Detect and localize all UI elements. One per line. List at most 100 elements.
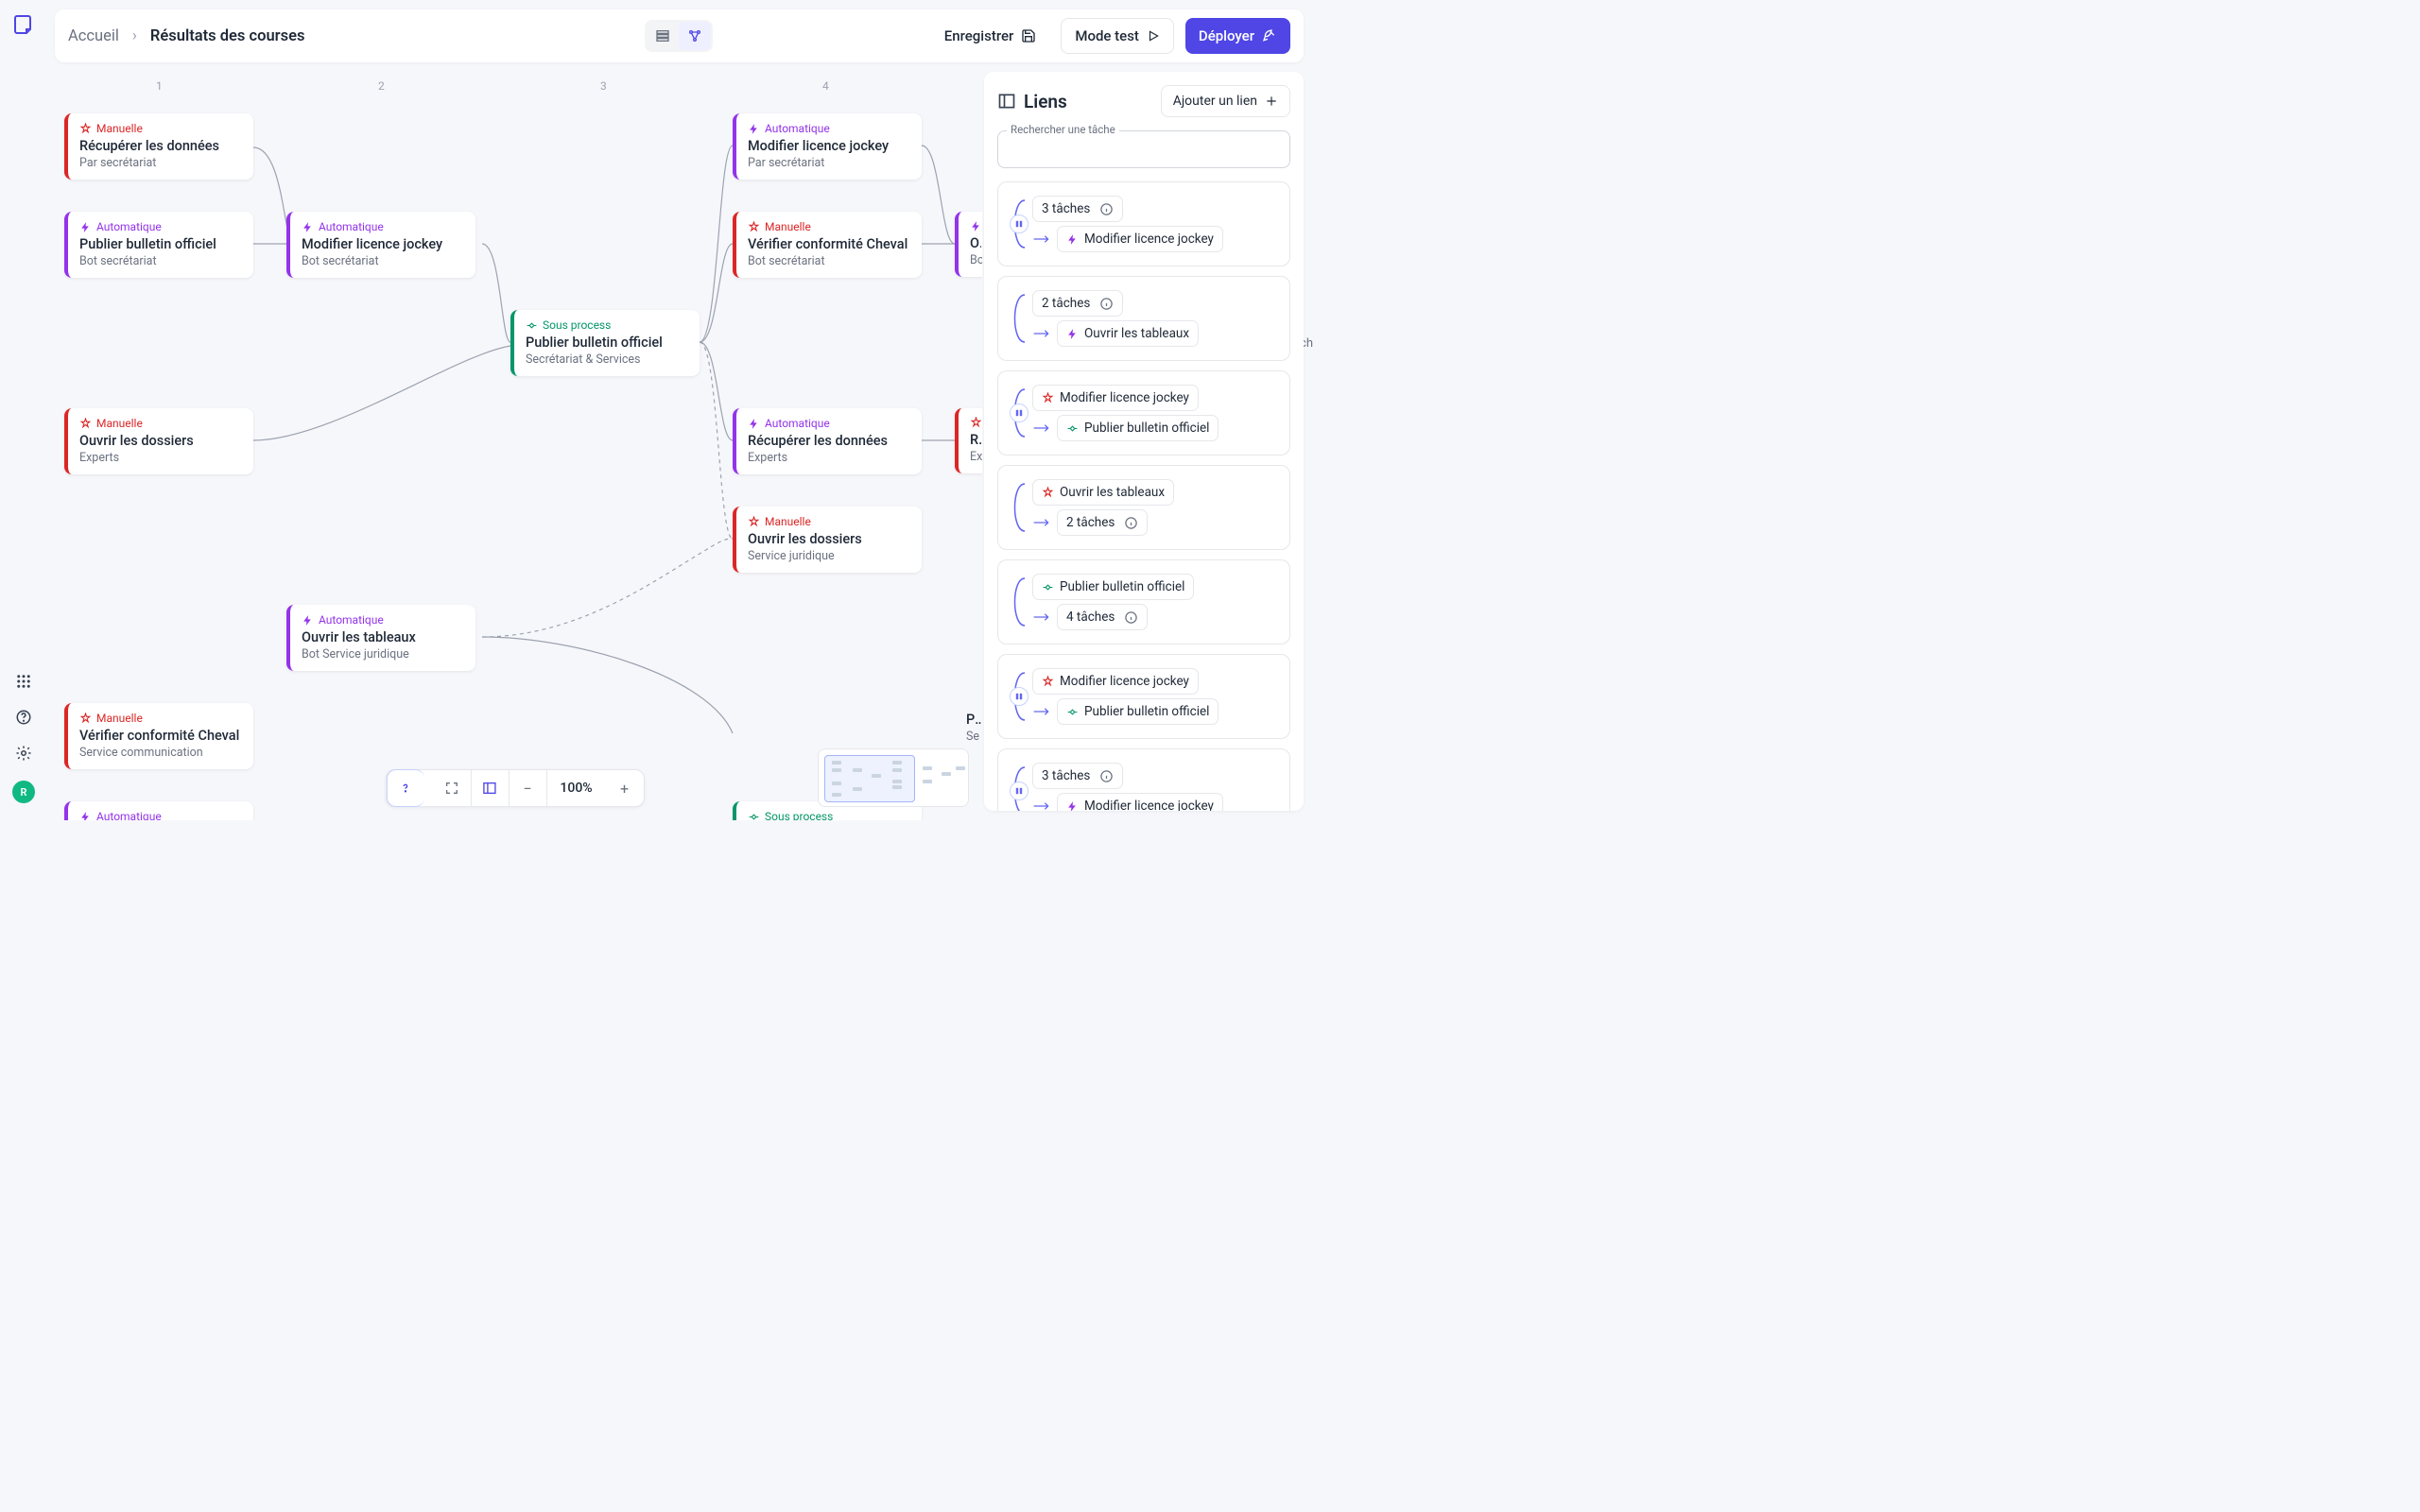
link-to-chip[interactable]: Modifier licence jockey (1057, 226, 1223, 252)
link-card[interactable]: Modifier licence jockey Publier bulletin … (997, 370, 1290, 455)
node-subtitle: Experts (79, 451, 242, 465)
workflow-node[interactable]: Manuelle Récupérer les données Par secré… (64, 113, 253, 180)
zoom-in-button[interactable]: + (606, 769, 644, 807)
pause-icon (1010, 687, 1028, 706)
save-button[interactable]: Enregistrer (931, 18, 1050, 54)
node-title: Publier bulletin officiel (79, 236, 242, 252)
node-title: Vérifier conformité Cheval (79, 728, 242, 744)
links-panel: Liens Ajouter un lien Rechercher une tâc… (984, 72, 1304, 811)
node-tag-manual: Manuelle (79, 122, 242, 135)
deploy-button[interactable]: Déployer (1185, 18, 1290, 54)
view-toggle (645, 20, 713, 52)
node-tag-manual: Manuelle (79, 417, 242, 430)
node-title: Vérifier conformité Cheval (748, 236, 910, 252)
node-title: Récupérer les données (79, 138, 242, 154)
list-view-button[interactable] (647, 22, 679, 50)
node-tag-auto (970, 220, 981, 232)
workflow-node[interactable]: Sous process Publier bulletin officiel S… (510, 310, 700, 376)
search-input[interactable] (997, 130, 1290, 168)
node-subtitle: Se (966, 730, 981, 744)
add-link-button[interactable]: Ajouter un lien (1161, 85, 1290, 117)
zoom-value: 100% (546, 781, 605, 796)
link-to-chip[interactable]: Modifier licence jockey (1057, 793, 1223, 811)
workflow-node[interactable]: Automatique Publier bulletin officiel Bo… (64, 212, 253, 278)
workflow-node[interactable]: Automatique Récupérer les données Expert… (733, 408, 922, 474)
workflow-node[interactable]: Ou Bo (955, 212, 982, 277)
layout-button[interactable] (471, 769, 509, 807)
workflow-node[interactable]: Automatique Ouvrir les tableaux Bot Serv… (286, 605, 475, 671)
link-to-chip[interactable]: 4 tâches (1057, 604, 1148, 630)
apps-icon[interactable] (15, 673, 32, 690)
node-tag-auto: Automatique (748, 122, 910, 135)
link-card[interactable]: 2 tâches Ouvrir les tableaux (997, 276, 1290, 361)
search-label: Rechercher une tâche (1007, 123, 1119, 136)
node-title: Modifier licence jockey (748, 138, 910, 154)
node-subtitle: Bo (970, 253, 981, 267)
zoom-toolbar: − 100% + (385, 769, 644, 807)
node-title: Publier bulletin officiel (526, 335, 688, 351)
link-from-chip[interactable]: Ouvrir les tableaux (1032, 479, 1174, 506)
breadcrumb-current: Résultats des courses (150, 27, 305, 45)
chevron-right-icon: › (132, 27, 137, 45)
node-subtitle: Service juridique (748, 549, 910, 563)
panel-title: Liens (1024, 91, 1153, 112)
link-to-chip[interactable]: Ouvrir les tableaux (1057, 320, 1199, 347)
workflow-node[interactable]: Manuelle Ouvrir les dossiers Experts (64, 408, 253, 474)
link-from-chip[interactable]: Modifier licence jockey (1032, 385, 1199, 411)
workflow-node[interactable]: Automatique (64, 801, 253, 820)
link-from-chip[interactable]: 2 tâches (1032, 290, 1123, 317)
node-title: Ouvrir les tableaux (302, 629, 464, 645)
link-card[interactable]: 3 tâches Modifier licence jockey (997, 748, 1290, 811)
node-tag-manual: Manuelle (79, 712, 242, 725)
node-title: Ouvrir les dossiers (79, 433, 242, 449)
node-title: Ou (970, 235, 981, 251)
node-tag-auto: Automatique (302, 613, 464, 627)
zoom-out-button[interactable]: − (509, 769, 546, 807)
node-subtitle: Ex (970, 450, 981, 464)
node-subtitle: Bot Service juridique (302, 647, 464, 662)
link-card[interactable]: 3 tâches Modifier licence jockey (997, 181, 1290, 266)
help-icon[interactable] (15, 709, 32, 726)
help-button[interactable] (386, 769, 424, 807)
workflow-node[interactable]: Automatique Modifier licence jockey Bot … (286, 212, 475, 278)
node-subtitle: Secrétariat & Services (526, 352, 688, 367)
workflow-canvas[interactable]: 1 2 3 4 Manuelle Récupérer les données P… (47, 72, 982, 820)
search-field-wrap: Rechercher une tâche (997, 130, 1290, 168)
link-from-chip[interactable]: 3 tâches (1032, 196, 1123, 222)
link-from-chip[interactable]: Publier bulletin officiel (1032, 574, 1194, 600)
settings-icon[interactable] (15, 745, 32, 762)
workflow-node[interactable]: Manuelle Vérifier conformité Cheval Bot … (733, 212, 922, 278)
minimap[interactable] (818, 748, 969, 807)
node-title: Modifier licence jockey (302, 236, 464, 252)
node-subtitle: Bot secrétariat (79, 254, 242, 268)
breadcrumb-home[interactable]: Accueil (68, 27, 119, 45)
node-tag-sub: Sous process (526, 318, 688, 332)
link-card[interactable]: Modifier licence jockey Publier bulletin … (997, 654, 1290, 739)
link-to-chip[interactable]: 2 tâches (1057, 509, 1148, 536)
app-sidebar: R (0, 0, 47, 820)
link-to-chip[interactable]: Publier bulletin officiel (1057, 415, 1219, 441)
workflow-node[interactable]: Automatique Modifier licence jockey Par … (733, 113, 922, 180)
user-avatar[interactable]: R (12, 781, 35, 803)
column-label: 3 (600, 79, 607, 93)
test-mode-button[interactable]: Mode test (1061, 18, 1174, 54)
link-to-chip[interactable]: Publier bulletin officiel (1057, 698, 1219, 725)
link-card[interactable]: Ouvrir les tableaux 2 tâches (997, 465, 1290, 550)
node-subtitle: Experts (748, 451, 910, 465)
workflow-node[interactable]: Manuelle Vérifier conformité Cheval Serv… (64, 703, 253, 769)
panel-icon (997, 92, 1016, 111)
link-from-chip[interactable]: 3 tâches (1032, 763, 1123, 789)
node-tag-manual (970, 417, 981, 429)
node-subtitle: Bot secrétariat (748, 254, 910, 268)
node-tag-auto: Automatique (79, 220, 242, 233)
fullscreen-button[interactable] (433, 769, 471, 807)
link-from-chip[interactable]: Modifier licence jockey (1032, 668, 1199, 695)
node-tag-manual: Manuelle (748, 515, 910, 528)
column-label: 1 (156, 79, 163, 93)
graph-view-button[interactable] (679, 22, 711, 50)
app-logo[interactable] (12, 13, 35, 36)
node-subtitle: Service communication (79, 746, 242, 760)
link-card[interactable]: Publier bulletin officiel 4 tâches (997, 559, 1290, 644)
workflow-node[interactable]: Ré Ex (955, 408, 982, 473)
workflow-node[interactable]: Manuelle Ouvrir les dossiers Service jur… (733, 507, 922, 573)
